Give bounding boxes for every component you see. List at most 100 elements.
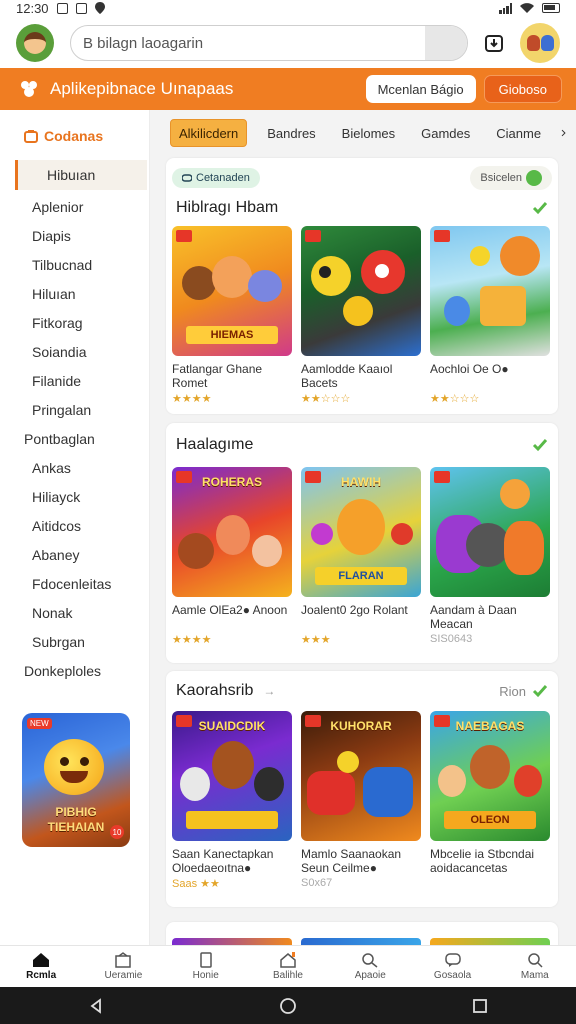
sidebar-item[interactable]: Hibuıan <box>15 160 147 190</box>
sidebar-item[interactable]: Soiandia <box>0 337 149 366</box>
nav-search[interactable]: Apaoie <box>329 946 411 987</box>
nav-label: Balihle <box>272 970 303 981</box>
chevron-right-icon[interactable] <box>561 126 566 140</box>
section-title: Haalagıme <box>176 436 254 453</box>
tab-0[interactable]: Alkilicdern <box>170 119 248 147</box>
sidebar-item[interactable]: Fdocenleitas <box>0 569 149 598</box>
game-thumbnail: HIEMAS <box>172 226 292 356</box>
sidebar-item[interactable]: Fitkorag <box>0 308 149 337</box>
sidebar-item[interactable]: Tilbucnad <box>0 250 149 279</box>
nav-label: Ueramie <box>104 970 143 981</box>
search-bar[interactable] <box>70 25 468 61</box>
sidebar-item[interactable]: Ankas <box>0 453 149 482</box>
game-card[interactable]: HIEMAS Fatlangar Ghane Romet ★★★★ <box>172 226 292 414</box>
sidebar-item[interactable]: Hiliayck <box>0 482 149 511</box>
game-card[interactable]: KUHORAR Mamlo Saanaokan Seun Ceilme● S0x… <box>301 711 421 901</box>
game-card[interactable]: ROHERAS Aamle OlEa2● Anoon ★★★★ <box>172 467 292 657</box>
sidebar-item[interactable]: Pontbaglan <box>0 424 149 453</box>
tab-1[interactable]: Bandres <box>261 119 321 147</box>
app-logo-icon <box>21 81 37 97</box>
header-secondary-button[interactable]: Gioboso <box>483 75 562 103</box>
game-banner-text: HIEMAS <box>186 326 278 344</box>
section-arrow-icon[interactable]: → <box>263 684 275 698</box>
sidebar-item[interactable]: Diapis <box>0 221 149 250</box>
sidebar-item[interactable]: Subrgan <box>0 627 149 656</box>
game-thumbnail: NAEBAGAS OLEON <box>430 711 550 841</box>
back-icon[interactable] <box>88 997 104 1014</box>
user-avatar[interactable] <box>16 24 54 62</box>
filter-chip-label: Cetanaden <box>196 172 250 184</box>
section-title: Hiblragı Hbam <box>176 199 279 216</box>
game-name: Mbcelie ia Stbcndai aoidacancetas <box>430 847 535 875</box>
tab-4[interactable]: Cianme <box>490 119 547 147</box>
nav-games[interactable]: Ueramie <box>82 946 164 987</box>
download-icon[interactable] <box>478 27 510 59</box>
status-time: 12:30 <box>16 0 49 16</box>
bottom-navigation: Rcmla Ueramie Honie Balihle Apaoie Gosao… <box>0 945 576 987</box>
game-card[interactable]: Aochloi Oe O● ★★☆☆☆ <box>430 226 550 414</box>
gamepad-icon <box>182 174 192 182</box>
check-icon[interactable] <box>532 201 548 215</box>
game-rating: Saas ★★ <box>172 878 220 890</box>
game-name: Aamlodde Kaaıol Bacets <box>301 362 393 390</box>
top-bar <box>0 18 576 68</box>
nav-library[interactable]: Balihle <box>247 946 329 987</box>
nav-messages[interactable]: Gosaola <box>411 946 493 987</box>
header-primary-button[interactable]: Mcenlan Bágio <box>365 75 476 103</box>
filter-chip[interactable]: Cetanaden <box>172 168 260 188</box>
game-name: Aamle OlEa2● Anoon <box>172 603 288 617</box>
check-icon[interactable] <box>532 438 548 452</box>
game-card[interactable]: Aandam à Daan Meacan SIS0643 <box>430 467 550 657</box>
sidebar-header: Codanas <box>0 110 149 146</box>
nav-label: Mama <box>520 970 549 981</box>
game-card[interactable]: HAWIH FLARAN Joalent0 2go Rolant ★★★ <box>301 467 421 657</box>
tab-2[interactable]: Bielomes <box>336 119 401 147</box>
sidebar-item[interactable]: Donkeploles <box>0 656 149 685</box>
game-thumb-title: SUAIDCDIK <box>198 719 266 733</box>
home-icon <box>33 953 50 967</box>
game-name: Joalent0 2go Rolant <box>301 603 408 617</box>
wifi-icon <box>520 2 534 13</box>
sidebar-item[interactable]: Pringalan <box>0 395 149 424</box>
sidebar-item[interactable]: Aitidcos <box>0 511 149 540</box>
nav-home[interactable]: Rcmla <box>0 946 82 987</box>
nav-label: Gosaola <box>433 970 472 981</box>
sort-toggle-icon <box>526 170 542 186</box>
category-icon <box>24 130 38 143</box>
sidebar-item[interactable]: Abaney <box>0 540 149 569</box>
home-circle-icon[interactable] <box>279 997 297 1015</box>
notification-icon <box>56 2 68 14</box>
location-icon <box>94 2 105 14</box>
search-icon <box>362 953 378 968</box>
game-name: Saan Kanectapkan Oloedaeoıtna● <box>172 847 274 875</box>
game-banner-text: OLEON <box>444 811 536 829</box>
nav-profile[interactable]: Mama <box>494 946 576 987</box>
signal-icon <box>499 2 512 14</box>
sidebar-item[interactable]: Hiluıan <box>0 279 149 308</box>
profile-avatar[interactable] <box>520 23 560 63</box>
search-button[interactable] <box>425 26 467 60</box>
sidebar-item[interactable]: Filanide <box>0 366 149 395</box>
house-icon <box>280 952 296 968</box>
sort-chip[interactable]: Bsicelen <box>470 166 552 190</box>
game-name: Mamlo Saanaokan Seun Ceilme● <box>301 847 402 875</box>
app-title: Aplikepibnace Uınapaas <box>50 79 234 98</box>
sidebar-item[interactable]: Nonak <box>0 598 149 627</box>
main-content: Alkilicdern Bandres Bielomes Gamdes Cian… <box>150 110 576 945</box>
game-card[interactable]: NAEBAGAS OLEON Mbcelie ia Stbcndai aoida… <box>430 711 550 901</box>
game-rating: ★★★ <box>301 634 331 646</box>
game-thumb-title: KUHORAR <box>330 719 392 733</box>
game-card[interactable]: SUAIDCDIK Saan Kanectapkan Oloedaeoıtna●… <box>172 711 292 901</box>
category-tabs: Alkilicdern Bandres Bielomes Gamdes Cian… <box>170 118 566 148</box>
system-navigation <box>0 987 576 1024</box>
game-card[interactable]: Aamlodde Kaaıol Bacets ★★☆☆☆ <box>301 226 421 414</box>
check-icon[interactable] <box>532 684 548 698</box>
search-input[interactable] <box>83 34 425 52</box>
sidebar-promo-banner[interactable]: NEW PIBHIG TIEHAIAN 10 <box>22 713 130 847</box>
nav-apps[interactable]: Honie <box>165 946 247 987</box>
tab-3[interactable]: Gamdes <box>415 119 476 147</box>
section-more-link[interactable]: Rion <box>499 684 526 699</box>
sort-chip-label: Bsicelen <box>480 172 522 184</box>
recents-icon[interactable] <box>472 998 488 1014</box>
sidebar-item[interactable]: Aplenior <box>0 192 149 221</box>
